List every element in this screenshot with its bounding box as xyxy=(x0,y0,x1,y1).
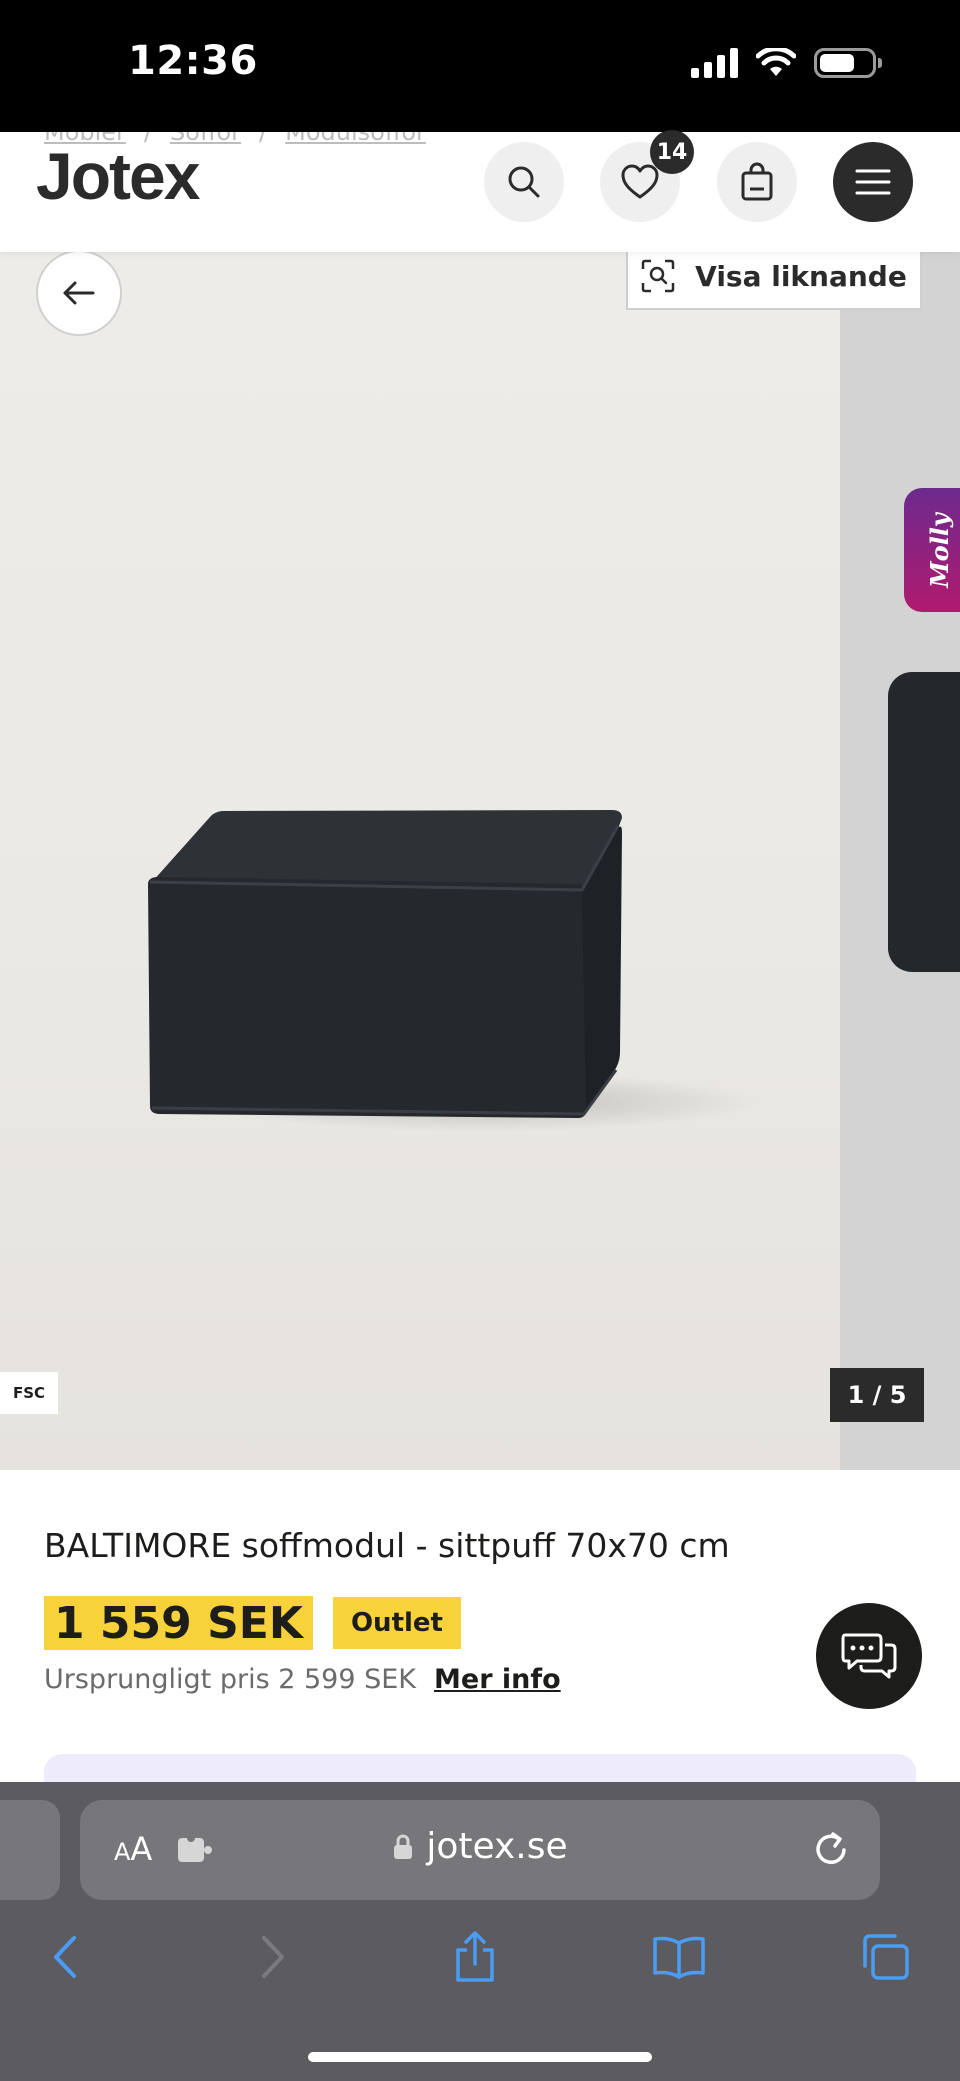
chat-bubbles-icon xyxy=(841,1633,897,1679)
pouf-image xyxy=(148,810,622,1118)
breadcrumb-item[interactable]: Modulsoffor xyxy=(285,132,426,146)
sale-price: 1 559 SEK xyxy=(44,1596,313,1650)
find-similar-button[interactable]: Visa liknande xyxy=(626,252,922,310)
hamburger-menu-icon xyxy=(855,169,891,195)
find-similar-label: Visa liknande xyxy=(695,259,907,293)
wifi-icon xyxy=(756,48,796,76)
chevron-right-icon xyxy=(262,1936,284,1978)
book-icon xyxy=(653,1936,705,1979)
status-time: 12:36 xyxy=(128,38,258,84)
search-button[interactable] xyxy=(484,142,564,222)
back-button[interactable] xyxy=(36,252,122,336)
cart-button[interactable] xyxy=(717,142,797,222)
product-photo[interactable] xyxy=(0,252,840,1470)
battery-icon xyxy=(814,48,882,78)
browser-forward-button[interactable] xyxy=(238,1922,308,1992)
molly-label: Molly xyxy=(924,512,954,588)
fsc-certification-badge: FSC xyxy=(0,1372,58,1414)
tabs-button[interactable] xyxy=(850,1922,920,1992)
visual-search-icon xyxy=(641,259,675,293)
address-bar[interactable]: AAAA jotex.se xyxy=(80,1800,880,1900)
reload-icon[interactable] xyxy=(812,1828,852,1870)
previous-tab-peek[interactable] xyxy=(0,1800,60,1900)
browser-chrome: AAAA jotex.se xyxy=(0,1782,960,2081)
molly-assistant-tab[interactable]: Molly xyxy=(904,488,960,612)
share-icon xyxy=(456,1931,494,1982)
heart-icon xyxy=(621,164,659,199)
url-display[interactable]: jotex.se xyxy=(80,1826,880,1867)
outlet-badge: Outlet xyxy=(332,1597,461,1649)
product-title: BALTIMORE soffmodul - sittpuff 70x70 cm xyxy=(44,1526,730,1565)
shopping-bag-icon xyxy=(741,162,773,201)
price-row: 1 559 SEK Outlet xyxy=(44,1596,461,1650)
home-indicator xyxy=(308,2052,652,2062)
more-info-link[interactable]: Mer info xyxy=(434,1664,561,1695)
site-logo[interactable]: Jotex xyxy=(36,138,200,214)
url-text: jotex.se xyxy=(426,1826,568,1867)
status-bar: 12:36 xyxy=(0,0,960,132)
bookmarks-button[interactable] xyxy=(644,1922,714,1992)
chevron-left-icon xyxy=(54,1936,76,1978)
chat-button[interactable] xyxy=(816,1603,922,1709)
browser-toolbar xyxy=(0,1922,960,2002)
image-counter: 1 / 5 xyxy=(830,1368,924,1422)
arrow-left-icon xyxy=(63,281,95,305)
share-button[interactable] xyxy=(440,1922,510,1992)
tabs-icon xyxy=(863,1934,909,1980)
next-slide-image xyxy=(888,672,960,972)
original-price-row: Ursprungligt pris 2 599 SEK Mer info xyxy=(44,1664,561,1695)
lock-icon xyxy=(394,1834,413,1859)
original-price: Ursprungligt pris 2 599 SEK xyxy=(44,1664,417,1695)
site-header: Möbler / Soffor / Modulsoffor Jotex xyxy=(0,132,960,252)
cellular-signal-icon xyxy=(691,48,738,78)
menu-button[interactable] xyxy=(833,142,913,222)
browser-back-button[interactable] xyxy=(30,1922,100,1992)
wishlist-count-badge: 14 xyxy=(650,130,694,174)
status-icons xyxy=(691,48,882,78)
search-icon xyxy=(508,166,540,198)
breadcrumb-separator: / xyxy=(259,132,268,146)
product-image-gallery[interactable]: Visa liknande Molly FSC 1 / 5 xyxy=(0,252,960,1470)
